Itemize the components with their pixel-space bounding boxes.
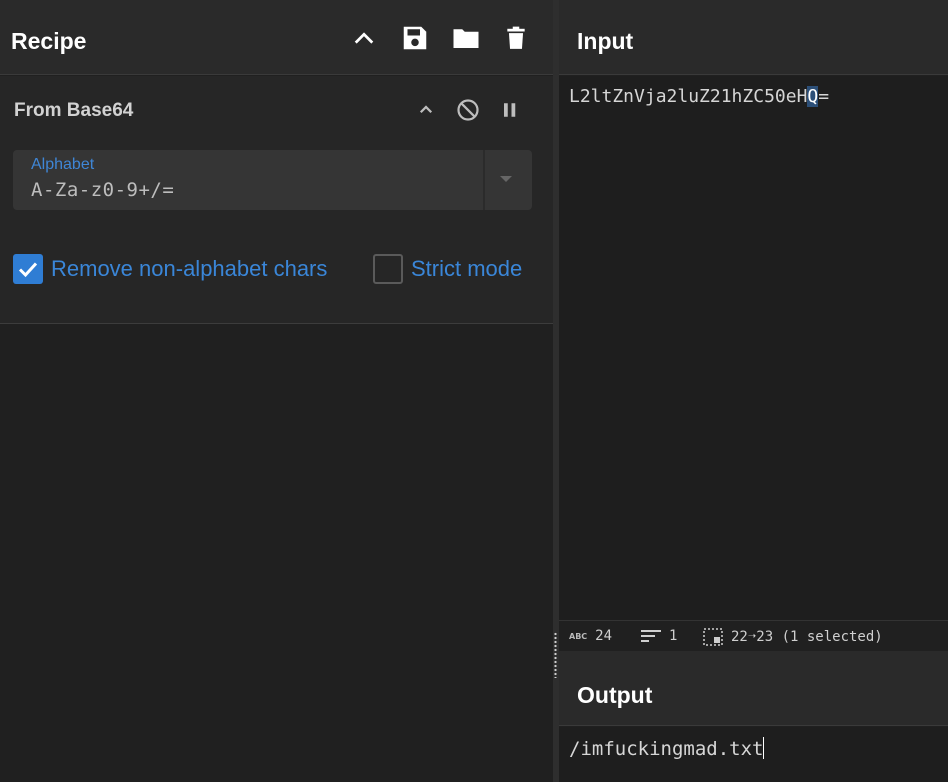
chevron-up-icon[interactable]	[412, 96, 440, 124]
output-text: /imfuckingmad.txt	[569, 737, 765, 760]
input-text: L2ltZnVja2luZ21hZC50eHQ=	[569, 86, 829, 107]
selection-icon	[703, 628, 723, 646]
abc-icon: ABC	[569, 631, 588, 641]
selection-value: 22➝23 (1 selected)	[731, 629, 883, 645]
strict-mode-checkbox[interactable]	[373, 254, 403, 284]
strict-mode-label[interactable]: Strict mode	[411, 256, 522, 282]
chevron-up-icon[interactable]	[348, 22, 380, 54]
lines-stat: 1	[641, 628, 677, 644]
operation-title: From Base64	[14, 100, 134, 121]
selection-stat: 22➝23 (1 selected)	[703, 628, 883, 646]
input-title: Input	[577, 28, 634, 54]
folder-icon[interactable]	[450, 22, 482, 54]
input-textarea[interactable]: L2ltZnVja2luZ21hZC50eHQ=	[559, 76, 948, 620]
remove-non-alphabet-checkbox[interactable]	[13, 254, 43, 284]
disable-icon[interactable]	[454, 96, 482, 124]
text-cursor	[763, 737, 765, 759]
lines-value: 1	[669, 628, 678, 644]
output-value: /imfuckingmad.txt	[569, 738, 764, 760]
input-text-after: =	[818, 86, 830, 107]
recipe-header: Recipe	[0, 0, 553, 75]
output-title: Output	[577, 682, 653, 708]
input-status-bar: ABC 24 1 22➝23 (1 selected)	[559, 620, 948, 651]
resize-grip[interactable]	[554, 632, 557, 678]
recipe-title: Recipe	[11, 28, 87, 54]
output-header: Output	[559, 651, 948, 726]
trash-icon[interactable]	[500, 22, 532, 54]
cyberchef-app: Recipe From Base64 Alphabet A-Za-z0-9+/=…	[0, 0, 948, 782]
operation-from-base64[interactable]: From Base64 Alphabet A-Za-z0-9+/= Remove…	[0, 76, 553, 324]
checkmark-icon	[18, 262, 38, 278]
alphabet-label: Alphabet	[31, 156, 95, 173]
length-stat: ABC 24	[569, 628, 612, 644]
input-text-before: L2ltZnVja2luZ21hZC50eH	[569, 86, 808, 107]
pause-icon[interactable]	[496, 96, 524, 124]
input-selection: Q	[807, 86, 819, 107]
remove-non-alphabet-label[interactable]: Remove non-alphabet chars	[51, 256, 327, 282]
length-value: 24	[595, 628, 613, 644]
alphabet-field[interactable]: Alphabet A-Za-z0-9+/=	[13, 150, 532, 210]
lines-icon	[641, 629, 661, 643]
alphabet-divider	[483, 150, 485, 210]
output-textarea[interactable]: /imfuckingmad.txt	[559, 727, 948, 782]
save-icon[interactable]	[399, 22, 431, 54]
caret-down-icon[interactable]	[500, 176, 512, 182]
alphabet-input[interactable]: A-Za-z0-9+/=	[31, 179, 174, 201]
input-header: Input	[559, 0, 948, 75]
recipe-pane: Recipe From Base64 Alphabet A-Za-z0-9+/=…	[0, 0, 553, 782]
